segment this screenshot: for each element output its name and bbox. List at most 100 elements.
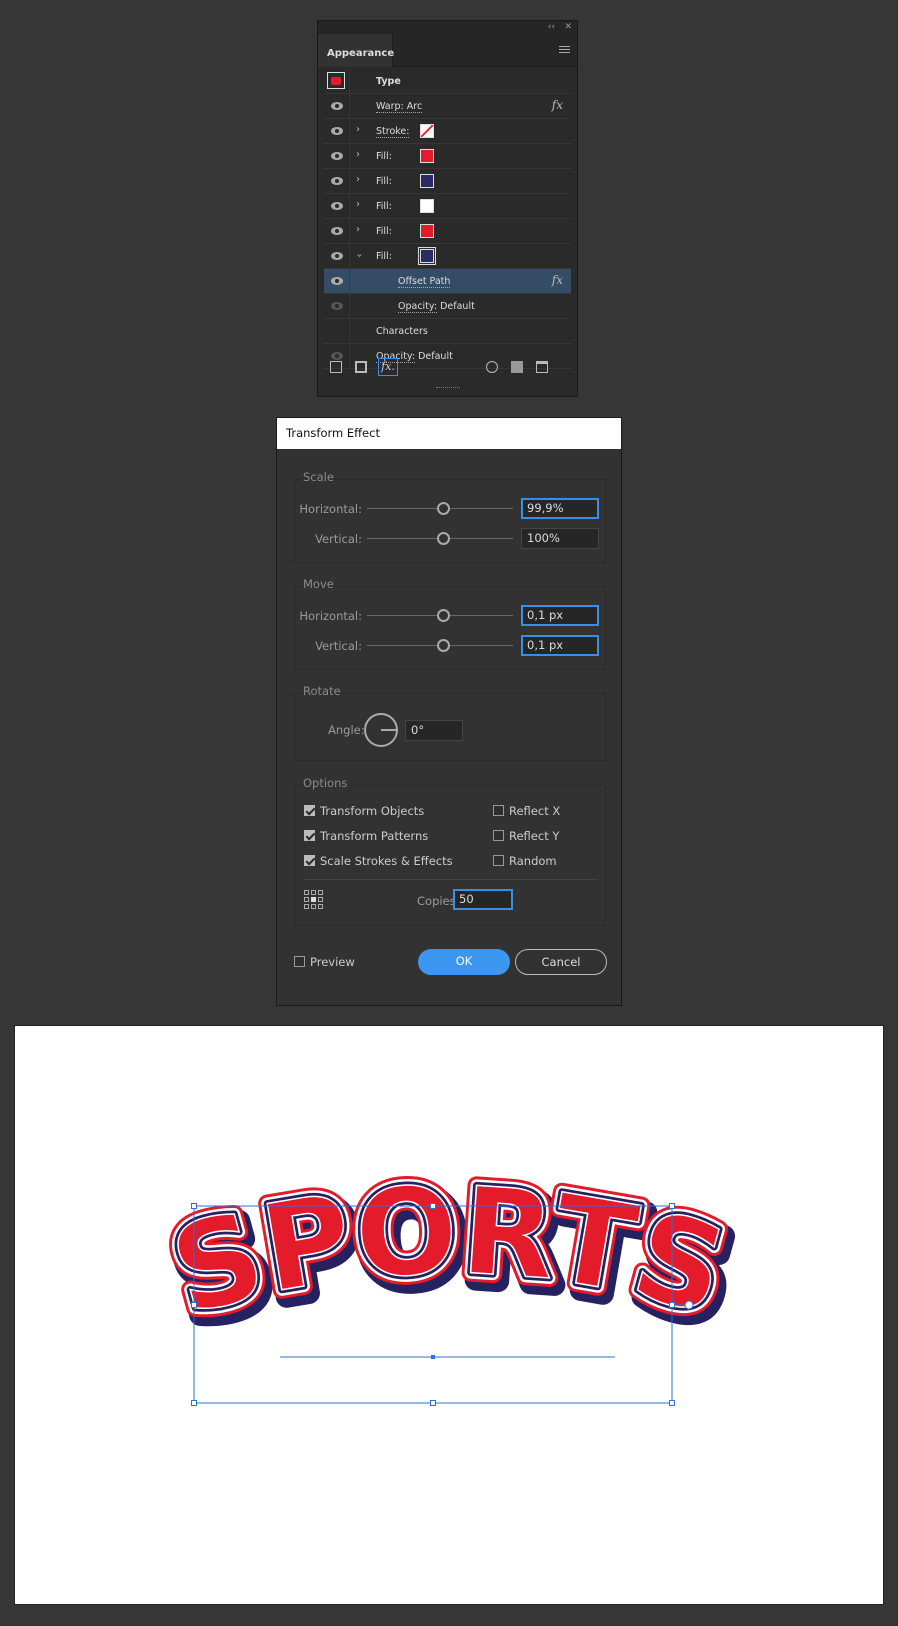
appearance-row-warp[interactable]: Warp: Arc fx — [324, 94, 571, 119]
resize-handle-bottom-left[interactable] — [191, 1400, 197, 1406]
fill-label: Fill: — [376, 176, 392, 187]
angle-label: Angle: — [328, 723, 365, 737]
reflect-y-checkbox[interactable]: Reflect Y — [493, 829, 559, 843]
resize-handle-middle-left[interactable] — [191, 1302, 197, 1308]
visibility-eye-icon[interactable] — [331, 127, 343, 135]
checkbox-unchecked-icon[interactable] — [294, 956, 305, 967]
warp-arc-link[interactable]: Warp: Arc — [376, 101, 423, 113]
reflect-x-checkbox[interactable]: Reflect X — [493, 804, 560, 818]
appearance-row-characters[interactable]: Characters — [324, 319, 571, 344]
dialog-title: Transform Effect — [277, 418, 621, 449]
copies-label: Copies — [417, 894, 456, 908]
scale-vertical-input[interactable]: 100% — [521, 528, 599, 549]
appearance-row-fill-expanded[interactable]: › Fill: — [324, 244, 571, 269]
transform-objects-checkbox[interactable]: Transform Objects — [304, 804, 424, 818]
visibility-eye-icon[interactable] — [331, 202, 343, 210]
visibility-eye-icon[interactable] — [331, 252, 343, 260]
resize-grip[interactable] — [436, 387, 460, 390]
scale-strokes-checkbox[interactable]: Scale Strokes & Effects — [304, 854, 453, 868]
fill-swatch[interactable] — [420, 224, 434, 238]
cancel-button[interactable]: Cancel — [515, 949, 607, 975]
visibility-eye-icon[interactable] — [331, 227, 343, 235]
chevron-right-icon[interactable]: › — [356, 224, 360, 235]
resize-handle-top-right[interactable] — [669, 1203, 675, 1209]
clear-appearance-icon[interactable] — [486, 361, 498, 373]
resize-handle-middle-right[interactable] — [669, 1302, 675, 1308]
tab-appearance[interactable]: Appearance — [318, 34, 394, 67]
close-panel-icon[interactable]: ✕ — [564, 21, 572, 34]
fill-swatch[interactable] — [420, 149, 434, 163]
artboard-canvas[interactable]: SPORTS SPORTS SPORTS SPORTS SPORTS — [14, 1025, 884, 1605]
checkbox-checked-icon[interactable] — [304, 830, 315, 841]
add-new-fill-icon[interactable] — [355, 361, 367, 373]
add-effect-button[interactable]: fx. — [378, 358, 398, 376]
stroke-none-swatch[interactable] — [420, 124, 434, 138]
move-horizontal-slider-knob[interactable] — [437, 609, 450, 622]
visibility-eye-icon[interactable] — [331, 152, 343, 160]
visibility-eye-icon[interactable] — [331, 277, 343, 285]
resize-handle-bottom-right[interactable] — [669, 1400, 675, 1406]
move-horizontal-input[interactable]: 0,1 px — [521, 605, 599, 626]
checkbox-unchecked-icon[interactable] — [493, 830, 504, 841]
appearance-row-fill[interactable]: › Fill: — [324, 194, 571, 219]
move-vertical-slider-knob[interactable] — [437, 639, 450, 652]
appearance-row-offset-path[interactable]: Offset Path fx — [324, 269, 571, 294]
angle-input[interactable]: 0° — [405, 720, 463, 741]
options-group: Options Transform Objects Transform Patt… — [294, 776, 606, 926]
appearance-row-fill[interactable]: › Fill: — [324, 169, 571, 194]
scale-legend: Scale — [303, 470, 334, 484]
appearance-row-fill-opacity[interactable]: Opacity: Default — [324, 294, 571, 319]
chevron-right-icon[interactable]: › — [356, 124, 360, 135]
duplicate-item-icon[interactable] — [511, 361, 523, 373]
warp-handle — [684, 1300, 694, 1310]
chevron-right-icon[interactable]: › — [356, 199, 360, 210]
scale-vertical-slider-knob[interactable] — [437, 532, 450, 545]
scale-horizontal-input[interactable]: 99,9% — [521, 498, 599, 519]
fill-swatch[interactable] — [420, 174, 434, 188]
characters-label: Characters — [376, 326, 428, 337]
panel-titlebar: ‹‹ ✕ — [318, 21, 577, 34]
resize-handle-top-center[interactable] — [430, 1203, 436, 1209]
chevron-down-icon[interactable]: › — [354, 254, 365, 258]
visibility-eye-icon[interactable] — [331, 102, 343, 110]
move-vertical-input[interactable]: 0,1 px — [521, 635, 599, 656]
fill-swatch[interactable] — [420, 199, 434, 213]
appearance-row-type[interactable]: Type — [324, 69, 571, 94]
transform-objects-label: Transform Objects — [320, 804, 425, 818]
checkbox-checked-icon[interactable] — [304, 855, 315, 866]
angle-dial[interactable] — [364, 713, 398, 747]
trash-icon[interactable] — [536, 361, 548, 373]
stroke-link[interactable]: Stroke: — [376, 126, 410, 138]
copies-input[interactable]: 50 — [453, 889, 513, 910]
random-label: Random — [509, 854, 557, 868]
appearance-row-fill[interactable]: › Fill: — [324, 144, 571, 169]
offset-path-link[interactable]: Offset Path — [398, 276, 451, 288]
transform-patterns-checkbox[interactable]: Transform Patterns — [304, 829, 428, 843]
panel-menu-icon[interactable] — [559, 46, 570, 55]
fill-swatch[interactable] — [418, 247, 436, 265]
ok-button[interactable]: OK — [418, 949, 510, 975]
visibility-eye-icon[interactable] — [331, 177, 343, 185]
appearance-row-fill[interactable]: › Fill: — [324, 219, 571, 244]
appearance-row-stroke[interactable]: › Stroke: — [324, 119, 571, 144]
resize-handle-top-left[interactable] — [191, 1203, 197, 1209]
checkbox-unchecked-icon[interactable] — [493, 805, 504, 816]
checkbox-unchecked-icon[interactable] — [493, 855, 504, 866]
chevron-right-icon[interactable]: › — [356, 174, 360, 185]
fill-label: Fill: — [376, 251, 392, 262]
transform-patterns-label: Transform Patterns — [320, 829, 429, 843]
preview-checkbox[interactable]: Preview — [294, 955, 355, 969]
visibility-eye-icon[interactable] — [331, 302, 343, 310]
add-new-stroke-icon[interactable] — [330, 361, 342, 373]
resize-handle-bottom-center[interactable] — [430, 1400, 436, 1406]
opacity-link[interactable]: Opacity: Default — [398, 301, 475, 313]
collapse-panel-icon[interactable]: ‹‹ — [548, 21, 555, 34]
random-checkbox[interactable]: Random — [493, 854, 557, 868]
scale-strokes-label: Scale Strokes & Effects — [320, 854, 453, 868]
fill-label: Fill: — [376, 201, 392, 212]
reference-point-locator-icon[interactable] — [304, 890, 323, 909]
scale-horizontal-slider-knob[interactable] — [437, 502, 450, 515]
checkbox-checked-icon[interactable] — [304, 805, 315, 816]
sports-artwork[interactable]: SPORTS SPORTS SPORTS SPORTS SPORTS — [15, 1026, 883, 1604]
chevron-right-icon[interactable]: › — [356, 149, 360, 160]
